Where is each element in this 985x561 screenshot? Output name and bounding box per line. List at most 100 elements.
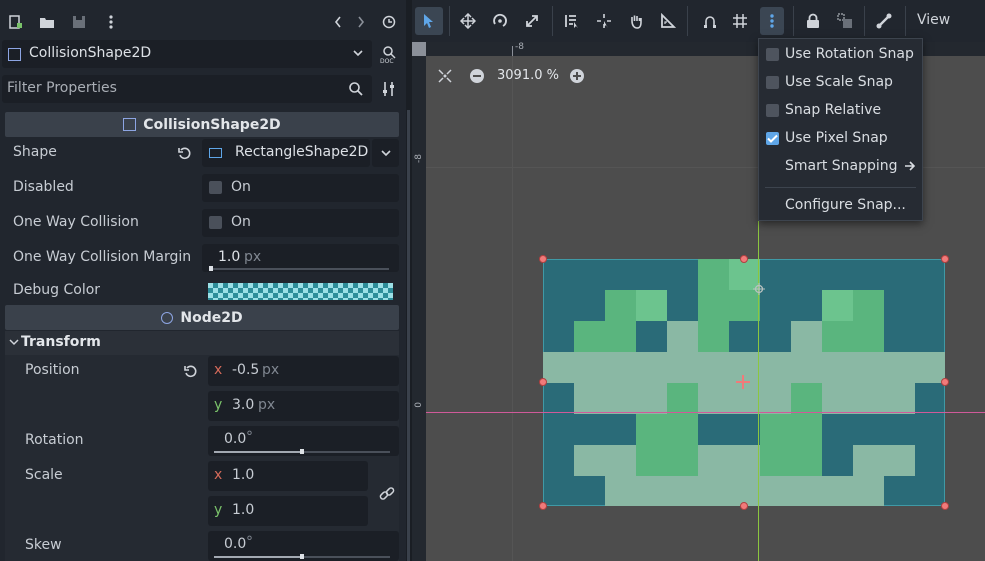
vertical-ruler[interactable]: -8 0: [412, 42, 426, 561]
scale-x-field[interactable]: x 1.0: [208, 461, 368, 491]
chevron-right-icon[interactable]: [350, 11, 372, 33]
origin-marker-icon: [753, 283, 765, 295]
section-collisionshape2d[interactable]: CollisionShape2D: [5, 112, 399, 137]
smart-snap-icon[interactable]: [702, 13, 718, 29]
more-options-icon[interactable]: [100, 11, 122, 33]
menu-item-use-scale-snap[interactable]: Use Scale Snap: [759, 68, 922, 96]
one-way-margin-field[interactable]: 1.0 px: [202, 244, 399, 272]
toolbar-separator: [552, 6, 553, 36]
x-axis-line: [426, 412, 985, 413]
resize-handle-top-left[interactable]: [539, 255, 547, 263]
ruler-label: 0: [414, 402, 424, 408]
save-icon[interactable]: [68, 11, 90, 33]
rotation-snap-checkbox[interactable]: [766, 47, 779, 61]
move-icon[interactable]: [460, 13, 476, 29]
inspector-scrollbar[interactable]: [407, 110, 410, 561]
position-label: Position: [25, 362, 80, 378]
resize-handle-right[interactable]: [941, 378, 949, 386]
resize-handle-bottom[interactable]: [740, 502, 748, 510]
scale-icon[interactable]: [524, 13, 540, 29]
resize-handle-bottom-right[interactable]: [941, 502, 949, 510]
scale-snap-checkbox[interactable]: [766, 75, 779, 89]
revert-icon[interactable]: [183, 364, 199, 380]
shape-value: RectangleShape2D: [235, 144, 369, 160]
skew-field[interactable]: 0.0 °: [208, 531, 399, 561]
resize-handle-top[interactable]: [740, 255, 748, 263]
lock-icon[interactable]: [805, 13, 821, 29]
pivot-icon[interactable]: [596, 13, 612, 29]
one-way-collision-label: One Way Collision: [13, 214, 139, 230]
debug-color-swatch[interactable]: [208, 283, 393, 300]
chevron-left-icon[interactable]: [327, 11, 349, 33]
disabled-checkbox[interactable]: [209, 181, 222, 194]
zoom-in-button[interactable]: [570, 69, 584, 83]
node-selector[interactable]: CollisionShape2D: [2, 40, 372, 68]
select-mode-button[interactable]: [415, 7, 443, 35]
section-node2d-title: Node2D: [180, 309, 243, 326]
rotate-icon[interactable]: [492, 13, 508, 29]
menu-item-use-pixel-snap[interactable]: Use Pixel Snap: [759, 124, 922, 152]
pixel-snap-checkbox[interactable]: [766, 131, 779, 145]
y-axis-line: [758, 212, 759, 561]
one-way-collision-value: On: [231, 214, 251, 230]
history-icon[interactable]: [378, 11, 400, 33]
skew-slider-grabber[interactable]: [300, 554, 304, 559]
grid-line: [512, 56, 513, 561]
shape-resource-picker[interactable]: RectangleShape2D: [202, 139, 370, 167]
list-select-icon[interactable]: [564, 13, 580, 29]
snap-options-button[interactable]: [760, 7, 784, 35]
chevron-down-icon: [353, 50, 363, 57]
collision-shape-icon: [123, 118, 137, 131]
revert-icon[interactable]: [177, 146, 193, 162]
position-y-field[interactable]: y 3.0 px: [208, 391, 399, 421]
svg-text:DOC: DOC: [380, 58, 394, 64]
group-icon[interactable]: [837, 13, 853, 29]
grid-snap-icon[interactable]: [732, 13, 748, 29]
position-x-field[interactable]: x -0.5 px: [208, 356, 399, 386]
pan-hand-icon[interactable]: [628, 13, 644, 29]
menu-item-snap-relative[interactable]: Snap Relative: [759, 96, 922, 124]
skeleton-bone-icon[interactable]: [876, 13, 892, 29]
resize-handle-top-right[interactable]: [941, 255, 949, 263]
resize-handle-bottom-left[interactable]: [539, 502, 547, 510]
margin-slider-grabber[interactable]: [209, 266, 213, 271]
new-resource-icon[interactable]: [4, 11, 26, 33]
disabled-checkbox-field[interactable]: On: [202, 174, 399, 202]
resize-handle-left[interactable]: [539, 378, 547, 386]
ruler-icon[interactable]: [660, 13, 676, 29]
skew-slider-fill: [214, 556, 302, 558]
shape-dropdown-button[interactable]: [372, 139, 399, 167]
toolbar-separator: [864, 6, 865, 36]
transform-group-header[interactable]: Transform: [5, 331, 399, 355]
center-view-icon[interactable]: [438, 69, 452, 83]
open-folder-icon[interactable]: [36, 11, 58, 33]
margin-slider-track[interactable]: [210, 268, 389, 270]
filter-placeholder: Filter Properties: [7, 80, 117, 96]
pivot-cross-icon[interactable]: [736, 375, 750, 389]
menu-item-configure-snap[interactable]: Configure Snap...: [759, 191, 922, 219]
tools-icon[interactable]: [378, 78, 400, 100]
link-icon[interactable]: [379, 486, 395, 502]
zoom-out-button[interactable]: [470, 69, 484, 83]
view-menu[interactable]: View: [917, 12, 950, 28]
section-node2d[interactable]: Node2D: [5, 305, 399, 330]
one-way-collision-checkbox[interactable]: [209, 216, 222, 229]
scale-y-value: 1.0: [232, 502, 255, 518]
rotation-label: Rotation: [25, 432, 84, 448]
doc-icon[interactable]: DOC: [378, 43, 400, 65]
toolbar-separator: [905, 6, 906, 36]
menu-item-smart-snapping[interactable]: Smart Snapping: [759, 152, 922, 180]
rotation-field[interactable]: 0.0 °: [208, 426, 399, 456]
checkmark-icon: [767, 134, 778, 143]
snap-relative-checkbox[interactable]: [766, 103, 779, 117]
scale-y-field[interactable]: y 1.0: [208, 496, 368, 526]
menu-item-use-rotation-snap[interactable]: Use Rotation Snap: [759, 40, 922, 68]
menu-item-label: Use Pixel Snap: [785, 130, 888, 146]
rotation-slider-fill: [214, 451, 302, 453]
zoom-level[interactable]: 3091.0 %: [497, 68, 559, 83]
one-way-margin-label: One Way Collision Margin: [13, 249, 192, 265]
filter-properties-input[interactable]: Filter Properties: [2, 75, 372, 103]
toolbar-separator: [449, 6, 450, 36]
rotation-slider-grabber[interactable]: [300, 449, 304, 454]
one-way-collision-field[interactable]: On: [202, 209, 399, 237]
